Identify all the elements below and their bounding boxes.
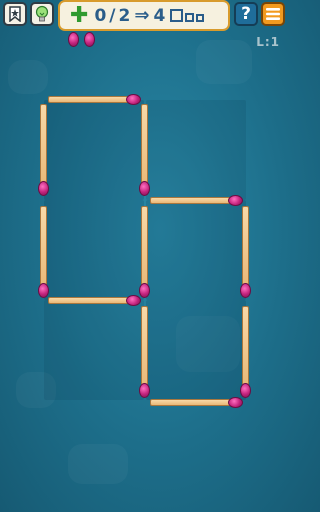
matchstick[interactable]: [141, 104, 148, 188]
matchstick[interactable]: [141, 306, 148, 390]
match-head: [228, 195, 243, 206]
hint-button[interactable]: [30, 2, 54, 26]
moves-goal-panel: ✚ 0 / 2 ⇒ 4: [58, 0, 230, 31]
match-head: [240, 383, 251, 398]
match-head: [139, 383, 150, 398]
matchstick[interactable]: [40, 104, 47, 188]
match-head: [126, 94, 141, 105]
question-icon: ?: [241, 3, 251, 24]
grid-cell: [146, 300, 246, 400]
match-head: [68, 32, 79, 47]
grid-cell: [44, 100, 144, 200]
plus-icon: ✚: [70, 2, 89, 28]
level-label: L:1: [256, 35, 280, 49]
target-count: 4: [153, 5, 166, 26]
bookmark-button[interactable]: [3, 2, 27, 26]
matchstick[interactable]: [48, 96, 134, 103]
matchstick[interactable]: [150, 399, 236, 406]
matchstick[interactable]: [242, 306, 249, 390]
matchstick[interactable]: [242, 206, 249, 290]
moves-current: 0: [94, 5, 107, 26]
moves-separator: /: [109, 5, 116, 26]
matchstick[interactable]: [40, 206, 47, 290]
grid-cell: [146, 100, 246, 200]
bg-decoration: [8, 60, 48, 94]
double-arrow-icon: ⇒: [134, 5, 150, 26]
matchstick[interactable]: [141, 206, 148, 290]
squares-goal-icon: [170, 9, 205, 22]
match-head: [38, 181, 49, 196]
matchstick[interactable]: [48, 297, 134, 304]
help-button[interactable]: ?: [234, 2, 258, 26]
bookmark-star-icon: [9, 6, 21, 22]
match-head: [139, 283, 150, 298]
match-head: [84, 32, 95, 47]
grid-cell: [146, 200, 246, 300]
bg-decoration: [196, 40, 252, 84]
match-head: [240, 283, 251, 298]
match-head: [38, 283, 49, 298]
hamburger-menu-icon: [266, 8, 280, 20]
match-head: [126, 295, 141, 306]
grid-cell: [44, 300, 144, 400]
match-head: [139, 181, 150, 196]
menu-button[interactable]: [261, 2, 285, 26]
lightbulb-icon: [35, 5, 49, 22]
moves-total: 2: [118, 5, 131, 26]
match-head: [228, 397, 243, 408]
bg-decoration: [68, 444, 128, 484]
matchstick[interactable]: [150, 197, 236, 204]
grid-cell: [44, 200, 144, 300]
